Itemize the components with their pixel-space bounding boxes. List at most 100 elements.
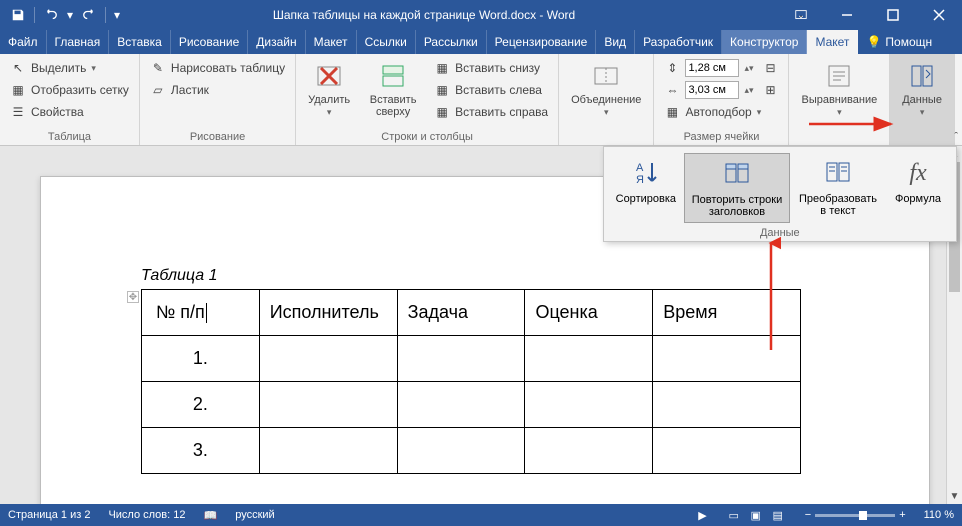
row-height[interactable]: ⇕▴▾⊟ [660,58,782,78]
read-mode-icon[interactable]: ▭ [725,508,743,522]
sort-button[interactable]: АЯ Сортировка [610,153,682,223]
group-data-label [896,143,948,145]
scroll-down-icon[interactable]: ▼ [947,488,962,504]
document-table[interactable]: № п/п Исполнитель Задача Оценка Время 1.… [141,289,801,474]
language-indicator[interactable]: русский [235,509,274,521]
web-layout-icon[interactable]: ▤ [769,508,787,522]
select-button[interactable]: ↖Выделить▾ [6,58,133,78]
zoom-out-icon[interactable]: − [805,509,811,521]
cell[interactable]: 2. [142,382,260,428]
zoom-slider[interactable] [815,514,895,517]
word-count[interactable]: Число слов: 12 [108,509,185,521]
height-icon: ⇕ [664,60,680,76]
show-grid-button[interactable]: ▦Отобразить сетку [6,80,133,100]
tab-mailings[interactable]: Рассылки [416,30,487,54]
draw-table-label: Нарисовать таблицу [171,61,285,75]
cell[interactable]: 1. [142,336,260,382]
qat-customize-icon[interactable]: ▾ [114,8,120,22]
save-icon[interactable] [10,7,26,23]
header-cell-0[interactable]: № п/п [156,302,205,322]
page-indicator[interactable]: Страница 1 из 2 [8,509,90,521]
redo-icon[interactable] [81,7,97,23]
width-icon: ⇔ [664,82,680,98]
tab-constructor[interactable]: Конструктор [722,30,807,54]
draw-table-button[interactable]: ✎Нарисовать таблицу [146,58,289,78]
group-table: ↖Выделить▾ ▦Отобразить сетку ☰Свойства Т… [0,54,140,145]
select-label: Выделить [31,61,86,75]
formula-label: Формула [895,193,941,205]
tab-table-layout[interactable]: Макет [807,30,858,54]
tell-me[interactable]: 💡 Помощн [858,30,940,54]
merge-button[interactable]: Объединение▾ [565,58,647,143]
ribbon-tabs: Файл Главная Вставка Рисование Дизайн Ма… [0,30,962,54]
group-alignment: Выравнивание▾ [789,54,890,145]
formula-button[interactable]: fx Формула [886,153,950,223]
table-row[interactable]: 1. [142,336,801,382]
insert-above-button[interactable]: Вставить сверху [362,58,424,131]
width-input[interactable] [685,81,739,99]
tab-design[interactable]: Дизайн [248,30,305,54]
maximize-icon[interactable] [870,0,916,30]
eraser-button[interactable]: ▱Ластик [146,80,289,100]
formula-icon: fx [902,157,934,189]
zoom-level[interactable]: 110 % [924,509,954,521]
convert-to-text-button[interactable]: Преобразовать в текст [792,153,884,223]
table-row[interactable]: 2. [142,382,801,428]
undo-dropdown-icon[interactable]: ▾ [67,8,73,22]
tab-references[interactable]: Ссылки [357,30,416,54]
ribbon-options-icon[interactable] [778,0,824,30]
tab-layout[interactable]: Макет [306,30,357,54]
insert-right-button[interactable]: ▦Вставить справа [430,102,552,122]
collapse-ribbon-icon[interactable]: ˆ [954,131,958,143]
distribute-rows-icon[interactable]: ⊟ [762,60,778,76]
show-grid-label: Отобразить сетку [31,83,129,97]
tab-home[interactable]: Главная [47,30,110,54]
table-row[interactable]: 3. [142,428,801,474]
col-width[interactable]: ⇔▴▾⊞ [660,80,782,100]
table-caption[interactable]: Таблица 1 [141,267,829,285]
insert-left-button[interactable]: ▦Вставить слева [430,80,552,100]
data-dropdown: АЯ Сортировка Повторить строки заголовко… [603,146,957,242]
spell-check-icon[interactable]: 📖 [204,509,218,522]
ribbon: ↖Выделить▾ ▦Отобразить сетку ☰Свойства Т… [0,54,962,146]
header-cell-2[interactable]: Задача [397,290,525,336]
cell[interactable]: 3. [142,428,260,474]
data-button[interactable]: Данные▾ [896,58,948,143]
delete-button[interactable]: Удалить▾ [302,58,356,131]
group-table-label: Таблица [6,131,133,145]
alignment-button[interactable]: Выравнивание▾ [795,58,883,143]
group-alignment-label [795,143,883,145]
properties-button[interactable]: ☰Свойства [6,102,133,122]
print-layout-icon[interactable]: ▣ [747,508,765,522]
status-bar: Страница 1 из 2 Число слов: 12 📖 русский… [0,504,962,526]
properties-icon: ☰ [10,104,26,120]
autofit-button[interactable]: ▦Автоподбор▾ [660,102,782,122]
height-input[interactable] [685,59,739,77]
undo-icon[interactable] [43,7,59,23]
header-cell-3[interactable]: Оценка [525,290,653,336]
repeat-header-button[interactable]: Повторить строки заголовков [684,153,790,223]
close-icon[interactable] [916,0,962,30]
header-cell-1[interactable]: Исполнитель [259,290,397,336]
tab-developer[interactable]: Разработчик [635,30,722,54]
distribute-cols-icon[interactable]: ⊞ [762,82,778,98]
macro-icon[interactable]: ▶ [698,509,706,522]
tab-insert[interactable]: Вставка [109,30,171,54]
tab-view[interactable]: Вид [596,30,635,54]
tab-file[interactable]: Файл [0,30,47,54]
header-cell-4[interactable]: Время [653,290,801,336]
title-bar: ▾ ▾ Шапка таблицы на каждой странице Wor… [0,0,962,30]
repeat-header-icon [721,158,753,190]
tab-draw[interactable]: Рисование [171,30,248,54]
tab-review[interactable]: Рецензирование [487,30,597,54]
svg-text:Я: Я [636,174,644,186]
minimize-icon[interactable] [824,0,870,30]
merge-label: Объединение [571,94,641,106]
insert-below-label: Вставить снизу [455,61,540,75]
insert-below-button[interactable]: ▦Вставить снизу [430,58,552,78]
popup-footer-label: Данные [610,227,950,239]
table-anchor-icon[interactable]: ✥ [127,291,139,303]
svg-text:А: А [636,162,644,174]
zoom-in-icon[interactable]: + [899,509,905,521]
table-header-row[interactable]: № п/п Исполнитель Задача Оценка Время [142,290,801,336]
